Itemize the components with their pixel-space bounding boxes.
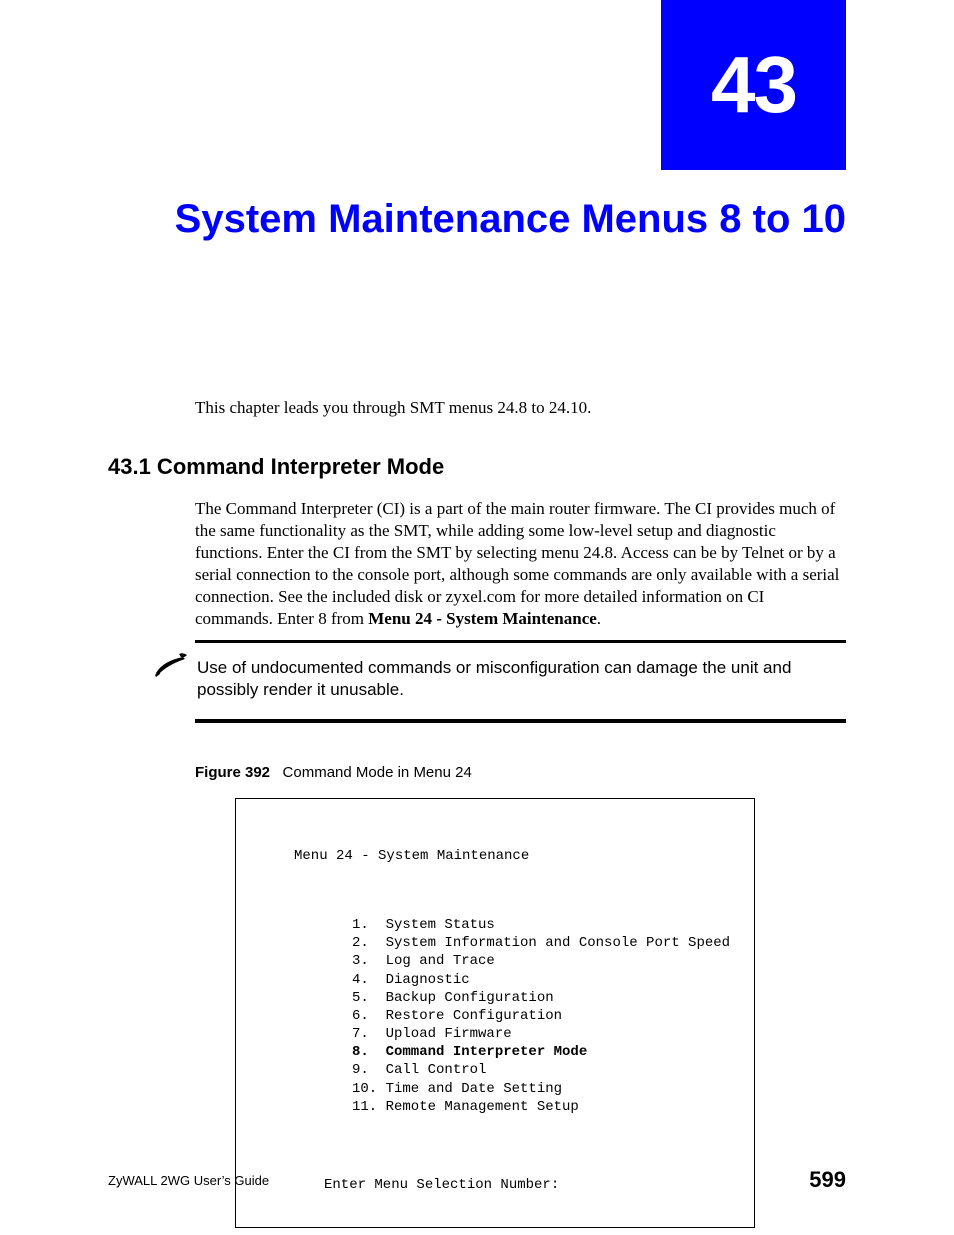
note-rule-top [195,640,846,643]
note-rule-bottom [195,719,846,723]
chapter-title: System Maintenance Menus 8 to 10 [108,195,846,243]
page-footer: ZyWALL 2WG User’s Guide 599 [108,1167,846,1193]
figure-label: Figure 392 [195,764,270,781]
note-text: Use of undocumented commands or misconfi… [197,657,846,701]
section-heading: 43.1 Command Interpreter Mode [108,454,444,480]
chapter-number-box: 43 [661,0,846,170]
section-body-after: . [597,609,601,628]
menu-reference-bold: Menu 24 - System Maintenance [368,609,597,628]
note-block: Use of undocumented commands or misconfi… [195,640,846,723]
footer-page-number: 599 [809,1167,846,1193]
footer-guide-name: ZyWALL 2WG User’s Guide [108,1173,269,1188]
figure-caption-text: Command Mode in Menu 24 [283,764,472,781]
figure-caption: Figure 392 Command Mode in Menu 24 [195,764,472,781]
terminal-box: Menu 24 - System Maintenance 1. System S… [235,798,755,1228]
note-content: Use of undocumented commands or misconfi… [195,657,846,701]
chapter-number: 43 [711,39,796,131]
note-pencil-icon [153,651,189,679]
section-body: The Command Interpreter (CI) is a part o… [195,498,846,631]
terminal-menu-items: 1. System Status 2. System Information a… [352,916,740,1116]
terminal-menu-title: Menu 24 - System Maintenance [294,847,740,865]
chapter-intro: This chapter leads you through SMT menus… [195,398,846,418]
